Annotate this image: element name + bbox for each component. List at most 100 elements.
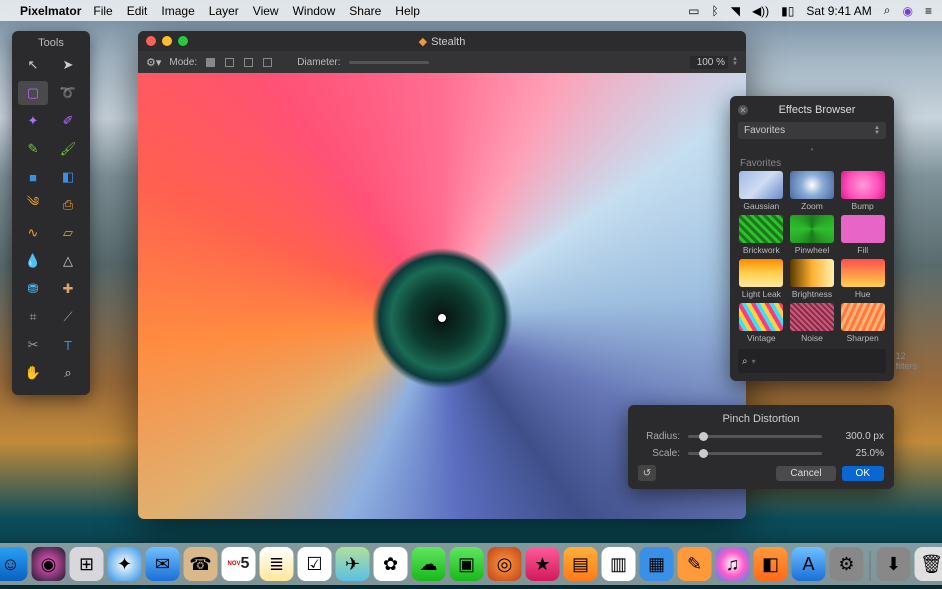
menu-file[interactable]: File [93,4,112,18]
effect-light-leak[interactable]: Light Leak [738,259,785,299]
tool-text[interactable]: T [53,333,83,357]
gear-icon[interactable]: ⚙▾ [146,56,161,69]
tool-crop[interactable]: ⌗ [18,305,48,329]
tool-move[interactable]: ↖ [18,53,48,77]
dock-itunes-red[interactable]: ★ [526,547,560,581]
slider-track[interactable] [688,452,822,455]
tool-slice[interactable]: ✂ [18,333,48,357]
app-name[interactable]: Pixelmator [20,4,81,18]
effect-bump[interactable]: Bump [839,171,886,211]
dock-photos[interactable]: ✿ [374,547,408,581]
tool-hand[interactable]: ✋ [18,361,48,385]
dock-appstore[interactable]: A [792,547,826,581]
minimize-icon[interactable] [162,36,172,46]
dock-contacts[interactable]: ☎ [184,547,218,581]
effect-pinwheel[interactable]: Pinwheel [789,215,836,255]
window-titlebar[interactable]: ◆Stealth [138,31,746,51]
dock-siri[interactable]: ◉ [32,547,66,581]
tool-repair[interactable]: ✚ [53,277,83,301]
mode-intersect-icon[interactable] [263,58,272,67]
tool-shape[interactable]: ■ [18,165,48,189]
effect-brickwork[interactable]: Brickwork [738,215,785,255]
effect-noise[interactable]: Noise [789,303,836,343]
dock-reminders[interactable]: ☑ [298,547,332,581]
dock-downloads[interactable]: ⬇ [877,547,911,581]
effect-vintage[interactable]: Vintage [738,303,785,343]
menu-edit[interactable]: Edit [127,4,148,18]
dock-photobooth[interactable]: ◎ [488,547,522,581]
zoom-input[interactable] [690,56,728,69]
effect-sharpen[interactable]: Sharpen [839,303,886,343]
effect-brightness[interactable]: Brightness [789,259,836,299]
menu-view[interactable]: View [253,4,279,18]
effect-fill[interactable]: Fill [839,215,886,255]
notification-center-icon[interactable]: ≡ [925,4,932,18]
document-proxy-icon[interactable]: ◆ [419,36,427,48]
tool-lasso[interactable]: ➰ [53,81,83,105]
dock-calendar[interactable]: NOV5 [222,547,256,581]
tool-clone[interactable]: ⎙ [53,193,83,217]
mode-subtract-icon[interactable] [244,58,253,67]
battery-icon[interactable]: ▮▯ [781,4,794,18]
close-icon[interactable] [146,36,156,46]
effect-hue[interactable]: Hue [839,259,886,299]
dock-messages[interactable]: ☁ [412,547,446,581]
search-dropdown-icon[interactable]: ▾ [752,357,756,366]
dock-pages[interactable]: ✎ [678,547,712,581]
volume-icon[interactable]: ◀)) [752,4,769,18]
tool-gradient[interactable]: ◧ [53,165,83,189]
cancel-button[interactable]: Cancel [776,466,835,481]
dock-preferences[interactable]: ⚙ [830,547,864,581]
tool-warp[interactable]: ༄ [18,193,48,217]
dock-pixelmator[interactable]: ◧ [754,547,788,581]
zoom-stepper[interactable]: ▲▼ [732,57,738,67]
slider-knob[interactable] [699,432,708,441]
slider-track[interactable] [688,435,822,438]
dock-itunes[interactable]: ♫ [716,547,750,581]
tool-blur[interactable]: 💧 [18,249,48,273]
effects-category-dropdown[interactable]: Favorites ▲▼ [738,122,886,139]
tool-zoom[interactable]: ⌕ [53,361,83,385]
tool-paint-select[interactable]: ✐ [53,109,83,133]
wifi-icon[interactable]: ◥ [731,4,740,18]
slider-knob[interactable] [699,449,708,458]
dock-finder[interactable]: ☺ [0,547,28,581]
menu-image[interactable]: Image [161,4,194,18]
tool-brush[interactable]: 🖌 [53,137,83,161]
dock-mail[interactable]: ✉ [146,547,180,581]
menu-layer[interactable]: Layer [209,4,239,18]
tool-eyedrop-arrow[interactable]: ➤ [53,53,83,77]
bluetooth-icon[interactable]: ᛒ [712,4,719,18]
tool-smudge[interactable]: ∿ [18,221,48,245]
dock-maps[interactable]: ✈ [336,547,370,581]
dock-trash[interactable]: 🗑 [915,547,942,581]
dock-safari[interactable]: ✦ [108,547,142,581]
tool-eyedropper[interactable]: ⟋ [53,305,83,329]
tool-eraser[interactable]: ▱ [53,221,83,245]
mode-add-icon[interactable] [225,58,234,67]
dock-launchpad[interactable]: ⊞ [70,547,104,581]
dock-ibooks[interactable]: ▤ [564,547,598,581]
dock-numbers[interactable]: ▥ [602,547,636,581]
clock[interactable]: Sat 9:41 AM [806,4,871,18]
close-icon[interactable]: ✕ [738,105,748,115]
tool-marquee[interactable]: ▢ [18,81,48,105]
effect-center-handle[interactable] [438,314,446,322]
effect-gaussian[interactable]: Gaussian [738,171,785,211]
menu-help[interactable]: Help [395,4,420,18]
ok-button[interactable]: OK [842,466,884,481]
dock-notes[interactable]: ≣ [260,547,294,581]
reset-button[interactable]: ↺ [638,465,656,481]
effect-zoom[interactable]: Zoom [789,171,836,211]
dock-facetime[interactable]: ▣ [450,547,484,581]
menu-share[interactable]: Share [349,4,381,18]
airplay-icon[interactable]: ▭ [688,4,699,18]
menu-window[interactable]: Window [293,4,336,18]
tool-sharpen[interactable]: △ [53,249,83,273]
tool-pencil[interactable]: ✎ [18,137,48,161]
spotlight-icon[interactable]: ⌕ [884,3,891,18]
siri-icon[interactable]: ◉ [903,4,913,18]
mode-new-icon[interactable] [206,58,215,67]
effects-search-input[interactable] [760,356,892,367]
tool-wand[interactable]: ✦ [18,109,48,133]
